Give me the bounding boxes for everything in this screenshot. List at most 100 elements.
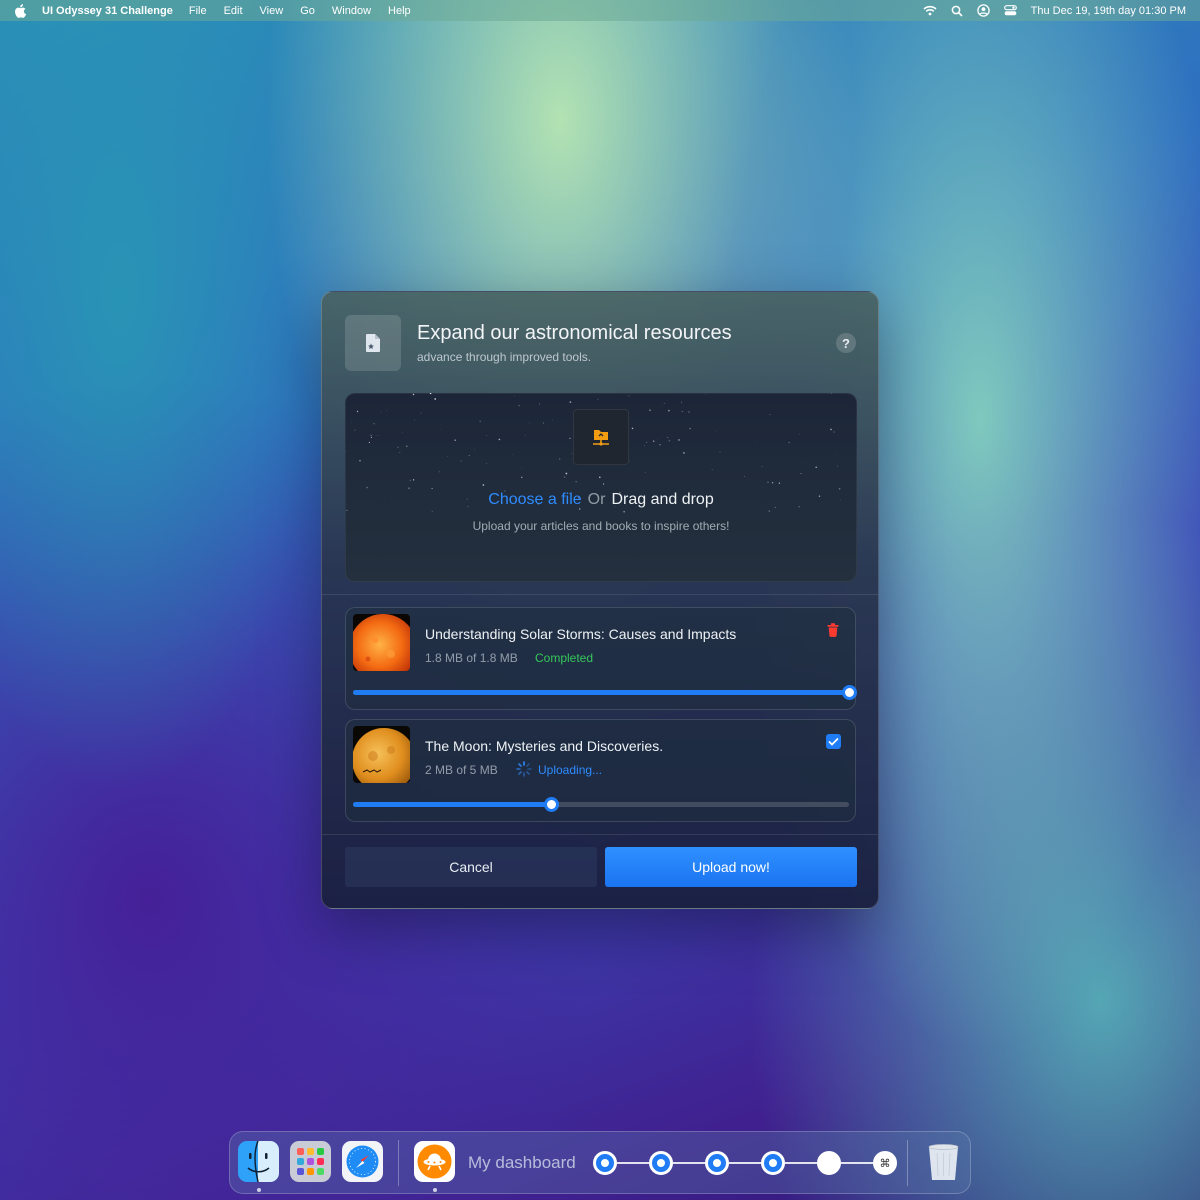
- star: [705, 394, 706, 396]
- command-key-icon[interactable]: ⌘: [873, 1151, 897, 1175]
- star: [688, 411, 690, 413]
- dashboard-label[interactable]: My dashboard: [468, 1153, 576, 1173]
- running-indicator: [433, 1188, 437, 1192]
- help-button[interactable]: ?: [836, 333, 856, 353]
- star: [559, 458, 561, 460]
- star: [370, 434, 372, 436]
- progress-bar-track: [353, 797, 849, 812]
- drop-zone[interactable]: Choose a file Or Drag and drop Upload your…: [345, 393, 857, 582]
- stepper-step-completed[interactable]: [649, 1151, 673, 1175]
- star: [377, 435, 379, 437]
- star: [657, 438, 658, 440]
- menu-edit[interactable]: Edit: [224, 5, 243, 17]
- star: [529, 422, 530, 424]
- search-icon[interactable]: [951, 5, 963, 17]
- star: [521, 476, 523, 478]
- star: [668, 439, 671, 442]
- star: [482, 484, 485, 486]
- choose-file-link[interactable]: Choose a file: [488, 491, 581, 508]
- upload-dialog: Expand our astronomical resources advanc…: [321, 291, 879, 909]
- star: [429, 393, 432, 395]
- star: [354, 429, 356, 431]
- star: [524, 434, 526, 436]
- star: [681, 401, 683, 403]
- finder-icon[interactable]: [238, 1141, 279, 1182]
- star: [778, 482, 780, 484]
- or-separator: Or: [587, 491, 606, 508]
- stepper-step-current[interactable]: [817, 1151, 841, 1175]
- star: [539, 403, 541, 405]
- star: [498, 438, 501, 441]
- menu-window[interactable]: Window: [332, 5, 371, 17]
- star: [628, 395, 630, 397]
- progress-bar-fill: [353, 802, 552, 807]
- star: [380, 412, 382, 413]
- stepper-step-completed[interactable]: [761, 1151, 785, 1175]
- file-card-solar-storms: Understanding Solar Storms: Causes and I…: [345, 607, 857, 710]
- step-dot: [713, 1159, 721, 1167]
- star: [412, 393, 415, 396]
- star: [521, 468, 522, 469]
- star: [370, 436, 373, 438]
- dock-separator: [907, 1140, 908, 1186]
- star: [356, 410, 359, 413]
- menu-go[interactable]: Go: [300, 5, 315, 17]
- star: [649, 409, 651, 411]
- control-center-icon[interactable]: [1003, 5, 1017, 16]
- star: [569, 437, 571, 439]
- drop-hint: Upload your articles and books to inspir…: [472, 519, 730, 533]
- star: [767, 481, 769, 483]
- star: [744, 475, 745, 477]
- star: [474, 449, 476, 451]
- safari-icon[interactable]: [342, 1141, 383, 1182]
- menu-help[interactable]: Help: [388, 5, 411, 17]
- dock: My dashboard ⌘: [229, 1131, 971, 1194]
- running-indicator: [257, 1188, 261, 1192]
- progress-handle[interactable]: [842, 685, 857, 700]
- divider: [322, 594, 878, 595]
- star: [644, 471, 646, 473]
- trash-icon[interactable]: [827, 623, 839, 642]
- cancel-button[interactable]: Cancel: [345, 847, 597, 887]
- trash-bin-icon[interactable]: [923, 1141, 964, 1182]
- wifi-icon[interactable]: [923, 5, 937, 16]
- star: [815, 466, 817, 469]
- star: [351, 422, 353, 423]
- dialog-title: Expand our astronomical resources: [417, 322, 732, 344]
- star: [412, 479, 415, 481]
- star: [833, 431, 835, 433]
- menubar-clock[interactable]: Thu Dec 19, 19th day 01:30 PM: [1031, 5, 1186, 17]
- star: [678, 439, 680, 441]
- star: [836, 465, 838, 467]
- status-uploading: Uploading...: [538, 763, 603, 777]
- checkbox-icon[interactable]: [826, 734, 841, 749]
- launchpad-icon[interactable]: [290, 1141, 331, 1182]
- star: [386, 410, 388, 411]
- star: [689, 427, 691, 430]
- star: [599, 476, 601, 479]
- upload-now-button[interactable]: Upload now!: [605, 847, 857, 887]
- star: [788, 442, 790, 444]
- star: [468, 455, 470, 457]
- star: [661, 404, 663, 406]
- stepper-step-completed[interactable]: [593, 1151, 617, 1175]
- ufo-app-icon[interactable]: [414, 1141, 455, 1182]
- star: [454, 439, 456, 441]
- star: [800, 473, 802, 475]
- stepper-connector: [785, 1162, 817, 1164]
- progress-bar-fill: [353, 690, 849, 695]
- status-completed: Completed: [535, 651, 594, 665]
- star: [345, 450, 346, 453]
- progress-handle[interactable]: [544, 797, 560, 812]
- file-size: 2 MB of 5 MB: [425, 763, 498, 777]
- user-account-icon[interactable]: [976, 4, 990, 17]
- apple-logo-icon[interactable]: [14, 3, 26, 18]
- app-name-menu[interactable]: UI Odyssey 31 Challenge: [42, 5, 173, 17]
- star: [799, 433, 801, 435]
- menu-file[interactable]: File: [189, 5, 207, 17]
- drag-drop-label: Drag and drop: [611, 491, 714, 508]
- stepper-step-completed[interactable]: [705, 1151, 729, 1175]
- star: [838, 487, 841, 490]
- step-dot: [657, 1159, 665, 1167]
- menu-view[interactable]: View: [260, 5, 284, 17]
